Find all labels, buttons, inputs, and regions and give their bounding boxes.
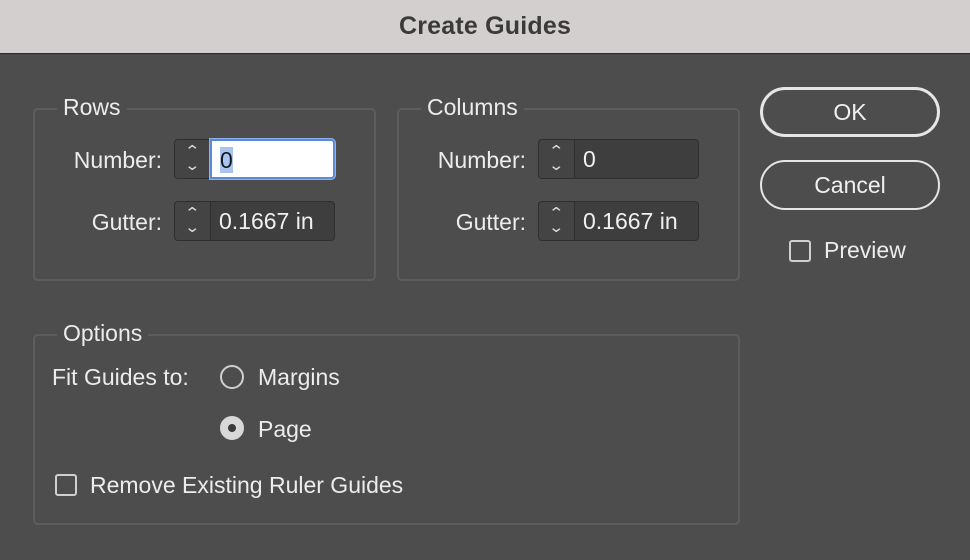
title-bar: Create Guides bbox=[0, 0, 970, 54]
columns-gutter-value: 0.1667 in bbox=[583, 208, 678, 234]
rows-number-label: Number: bbox=[73, 147, 162, 173]
chevron-down-icon[interactable]: ⌄ bbox=[184, 220, 200, 235]
chevron-down-icon[interactable]: ⌄ bbox=[548, 220, 564, 235]
rows-gutter-label: Gutter: bbox=[91, 209, 162, 235]
options-group-label: Options bbox=[57, 320, 149, 347]
ok-button[interactable]: OK bbox=[760, 87, 940, 137]
chevron-down-icon[interactable]: ⌄ bbox=[184, 158, 200, 173]
remove-guides-label[interactable]: Remove Existing Ruler Guides bbox=[90, 472, 403, 499]
rows-gutter-input[interactable]: 0.1667 in bbox=[210, 201, 335, 241]
preview-label[interactable]: Preview bbox=[824, 237, 906, 264]
rows-group-label: Rows bbox=[57, 94, 127, 121]
create-guides-dialog: Rows Number: ⌃ ⌄ 0 Gutter: ⌃ ⌄ 0.1667 in… bbox=[0, 55, 970, 560]
cancel-button[interactable]: Cancel bbox=[760, 160, 940, 210]
dialog-title: Create Guides bbox=[398, 12, 572, 40]
remove-guides-checkbox[interactable] bbox=[55, 474, 77, 496]
rows-group: Rows bbox=[33, 94, 376, 281]
rows-gutter-value: 0.1667 in bbox=[219, 208, 314, 234]
preview-checkbox[interactable] bbox=[789, 240, 811, 262]
rows-number-input[interactable]: 0 bbox=[210, 139, 335, 179]
fit-guides-label: Fit Guides to: bbox=[52, 364, 189, 390]
margins-radio[interactable] bbox=[220, 365, 244, 389]
columns-group: Columns bbox=[397, 94, 740, 281]
page-label[interactable]: Page bbox=[258, 416, 312, 443]
page-radio[interactable] bbox=[220, 416, 244, 440]
rows-number-stepper[interactable]: ⌃ ⌄ bbox=[174, 139, 210, 179]
columns-number-value: 0 bbox=[583, 146, 596, 172]
columns-group-label: Columns bbox=[421, 94, 524, 121]
rows-gutter-stepper[interactable]: ⌃ ⌄ bbox=[174, 201, 210, 241]
chevron-down-icon[interactable]: ⌄ bbox=[548, 158, 564, 173]
columns-gutter-stepper[interactable]: ⌃ ⌄ bbox=[538, 201, 574, 241]
rows-number-value: 0 bbox=[220, 147, 233, 173]
columns-gutter-label: Gutter: bbox=[455, 209, 526, 235]
columns-gutter-input[interactable]: 0.1667 in bbox=[574, 201, 699, 241]
columns-number-input[interactable]: 0 bbox=[574, 139, 699, 179]
columns-number-stepper[interactable]: ⌃ ⌄ bbox=[538, 139, 574, 179]
columns-number-label: Number: bbox=[437, 147, 526, 173]
margins-label[interactable]: Margins bbox=[258, 364, 340, 391]
